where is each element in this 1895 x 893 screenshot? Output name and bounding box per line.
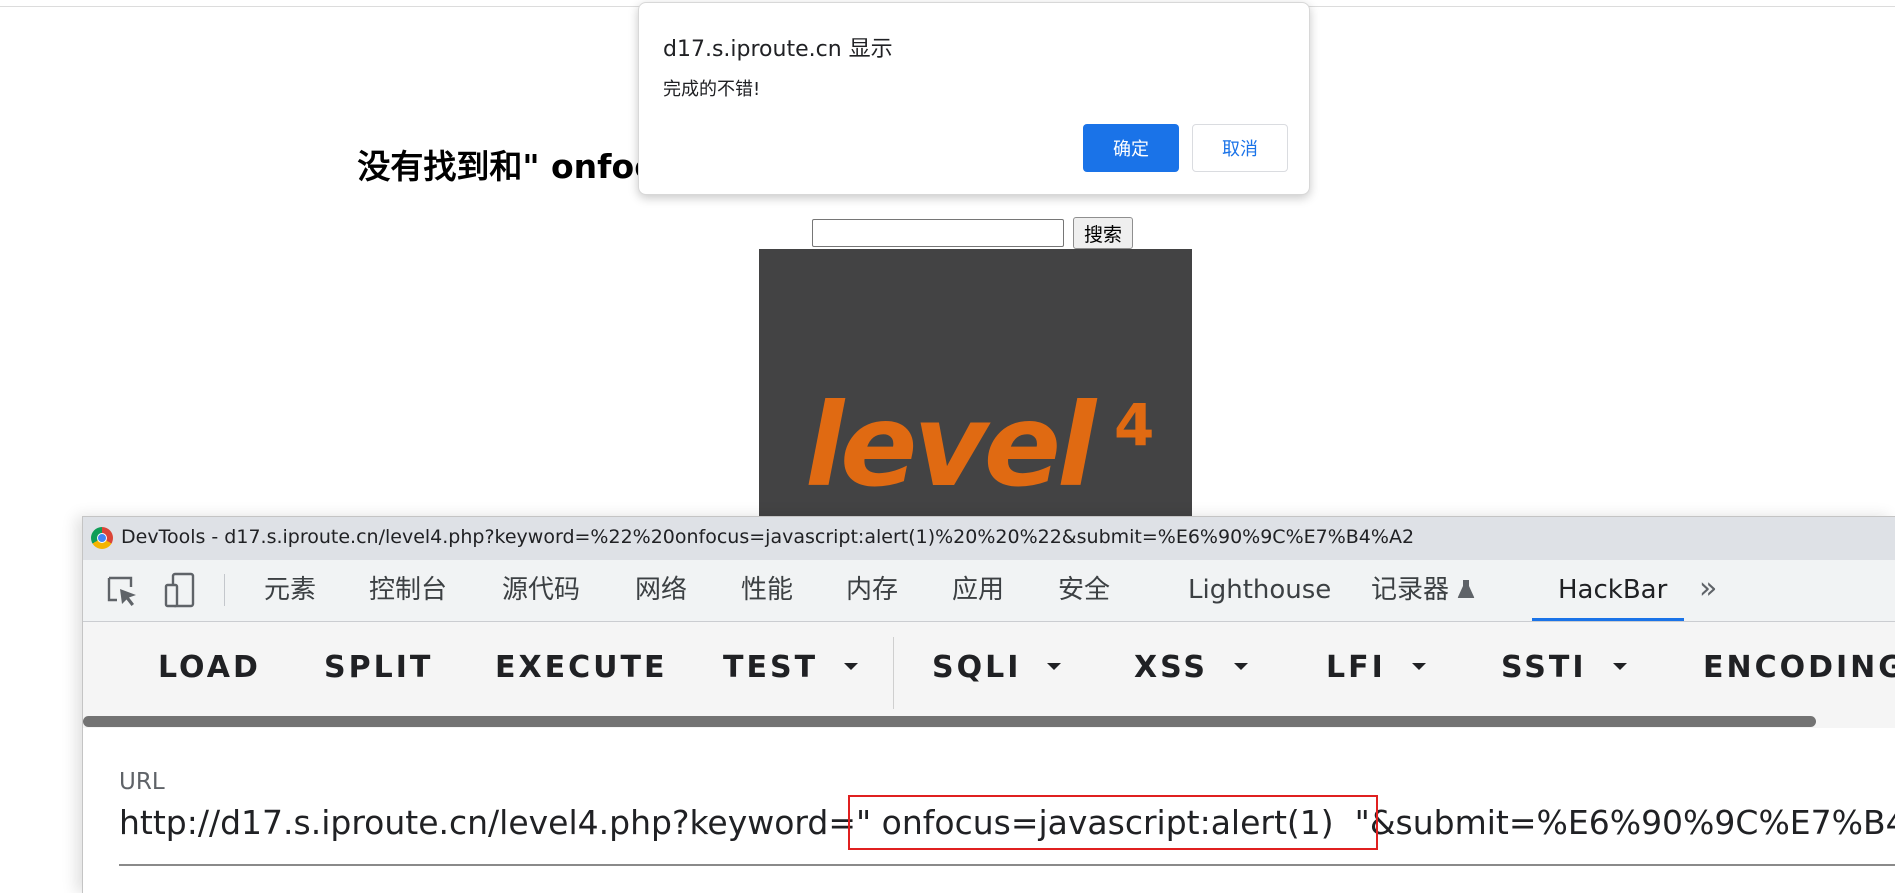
- caret-down-icon: [1047, 663, 1062, 670]
- url-suffix: &submit=%E6%90%9C%E7%B4%A2: [1369, 803, 1895, 842]
- caret-down-icon: [844, 663, 859, 670]
- tab-application[interactable]: 应用: [952, 560, 1004, 621]
- tab-memory[interactable]: 内存: [846, 560, 898, 621]
- split-button[interactable]: SPLIT: [324, 622, 433, 714]
- url-field-underline: [119, 864, 1895, 866]
- alert-message: 完成的不错!: [663, 79, 761, 100]
- tab-elements[interactable]: 元素: [264, 560, 316, 621]
- toolbar-scrollbar-thumb[interactable]: [83, 716, 1816, 727]
- alert-dialog: d17.s.iproute.cn 显示 完成的不错! 确定 取消: [638, 2, 1310, 195]
- lfi-dropdown-label: LFI: [1326, 650, 1386, 685]
- test-dropdown[interactable]: TEST: [723, 622, 859, 714]
- tab-performance[interactable]: 性能: [741, 560, 793, 621]
- tab-console[interactable]: 控制台: [369, 560, 447, 621]
- caret-down-icon: [1411, 663, 1426, 670]
- tab-sources[interactable]: 源代码: [502, 560, 580, 621]
- caret-down-icon: [1612, 663, 1627, 670]
- level-logo-text: level: [805, 379, 1096, 512]
- sqli-dropdown[interactable]: SQLI: [932, 622, 1062, 714]
- tab-lighthouse[interactable]: Lighthouse: [1188, 560, 1331, 621]
- search-button[interactable]: 搜索: [1073, 217, 1134, 249]
- hackbar-toolbar: LOAD SPLIT EXECUTE TEST SQLI XSS LFI SST…: [83, 622, 1895, 714]
- tab-recorder[interactable]: 记录器: [1371, 560, 1475, 621]
- url-prefix: http://d17.s.iproute.cn/level4.php?keywo…: [119, 803, 856, 842]
- xss-dropdown-label: XSS: [1134, 650, 1208, 685]
- device-toolbar-icon[interactable]: [163, 572, 197, 608]
- ssti-dropdown-label: SSTI: [1501, 650, 1587, 685]
- ssti-dropdown[interactable]: SSTI: [1501, 622, 1627, 714]
- search-form: 搜索: [812, 217, 1134, 249]
- inspect-element-icon[interactable]: [105, 574, 139, 608]
- chevron-double-right-icon[interactable]: »: [1699, 560, 1717, 621]
- level-logo-superscript: 4: [1114, 391, 1155, 459]
- tabbar-separator: [224, 574, 225, 606]
- encoding-dropdown[interactable]: ENCODING: [1703, 622, 1895, 714]
- tab-hackbar[interactable]: HackBar: [1558, 560, 1667, 621]
- lfi-dropdown[interactable]: LFI: [1326, 622, 1426, 714]
- tab-security[interactable]: 安全: [1058, 560, 1110, 621]
- devtools-titlebar[interactable]: DevTools - d17.s.iproute.cn/level4.php?k…: [83, 517, 1895, 560]
- level-logo-image: level 4: [759, 249, 1192, 519]
- sqli-dropdown-label: SQLI: [932, 650, 1022, 685]
- alert-cancel-button[interactable]: 取消: [1192, 124, 1288, 172]
- devtools-window-title: DevTools - d17.s.iproute.cn/level4.php?k…: [121, 526, 1415, 548]
- xss-dropdown[interactable]: XSS: [1134, 622, 1248, 714]
- url-payload-highlight: " onfocus=javascript:alert(1) ": [848, 795, 1378, 850]
- test-dropdown-label: TEST: [723, 650, 819, 685]
- alert-origin: d17.s.iproute.cn 显示: [663, 37, 893, 62]
- devtools-tabbar: 元素 控制台 源代码 网络 性能 内存 应用 安全 Lighthouse 记录器…: [83, 560, 1895, 622]
- load-button[interactable]: LOAD: [158, 622, 261, 714]
- url-label: URL: [119, 769, 165, 795]
- active-tab-indicator: [1532, 618, 1684, 621]
- alert-ok-button[interactable]: 确定: [1083, 124, 1179, 172]
- tab-recorder-label: 记录器: [1371, 575, 1450, 605]
- flask-icon: [1457, 580, 1475, 598]
- toolbar-separator: [893, 637, 894, 709]
- execute-button[interactable]: EXECUTE: [495, 622, 667, 714]
- caret-down-icon: [1234, 663, 1248, 670]
- devtools-window: DevTools - d17.s.iproute.cn/level4.php?k…: [82, 516, 1895, 893]
- chrome-icon: [91, 527, 113, 549]
- url-textarea[interactable]: http://d17.s.iproute.cn/level4.php?keywo…: [119, 795, 1895, 850]
- tab-network[interactable]: 网络: [635, 560, 687, 621]
- search-input[interactable]: [812, 219, 1064, 247]
